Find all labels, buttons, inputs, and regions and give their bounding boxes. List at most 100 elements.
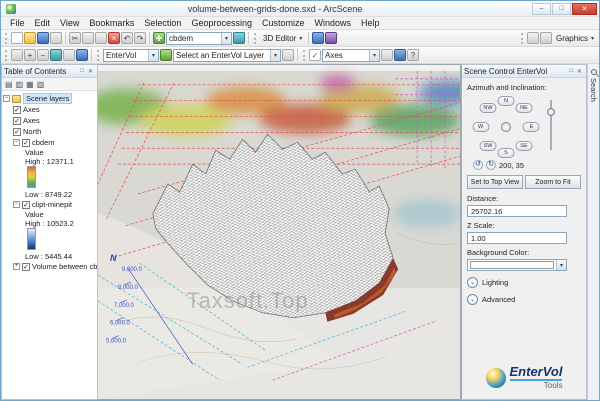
layer-label[interactable]: Axes [23,116,40,125]
menu-customize[interactable]: Customize [257,18,310,28]
layer-label[interactable]: Axes [23,105,40,114]
compass-center[interactable] [501,122,511,132]
compass-sw-button[interactable]: SW [480,141,497,151]
tree-item-volume-between[interactable]: + Volume between cbdem a [3,261,96,272]
search-tab-label[interactable]: Search [589,78,598,102]
check-icon[interactable]: ✓ [309,49,321,61]
visibility-checkbox[interactable] [22,263,30,271]
menu-edit[interactable]: Edit [30,18,56,28]
toolbar-grip[interactable] [254,33,257,44]
redo-icon[interactable]: ↷ [134,32,146,44]
scene-properties-icon[interactable] [312,32,324,44]
toolbar-grip[interactable] [5,50,8,61]
toolbar-grip[interactable] [521,33,524,44]
help-icon[interactable]: ? [407,49,419,61]
save-icon[interactable] [37,32,49,44]
search-side-tab[interactable]: Search [587,64,599,400]
list-by-drawing-order-icon[interactable]: ▤ [5,80,13,89]
scene-layers-label[interactable]: Scene layers [23,93,72,104]
identify-icon[interactable] [76,49,88,61]
distance-input[interactable]: 25702.16 [467,205,567,217]
list-by-source-icon[interactable]: ▥ [16,80,24,89]
tree-item-axes-1[interactable]: Axes [3,104,96,115]
settings-icon[interactable] [394,49,406,61]
minimize-button[interactable]: – [532,3,551,15]
tree-item-clipt-minepit[interactable]: − clipt-minepit [3,199,96,210]
open-folder-icon[interactable] [24,32,36,44]
chevron-down-icon[interactable]: ▾ [369,50,379,61]
full-extent-icon[interactable] [50,49,62,61]
rotate-left-icon[interactable]: ↺ [473,160,483,170]
visibility-checkbox[interactable] [13,117,21,125]
tree-item-cbdem[interactable]: − cbdem [3,137,96,148]
menu-help[interactable]: Help [356,18,385,28]
expand-icon[interactable]: + [13,263,20,270]
entervol-combo[interactable]: EnterVol ▾ [103,49,159,62]
undo-icon[interactable]: ↶ [121,32,133,44]
chevron-down-icon[interactable]: ▾ [270,50,280,61]
toolbar-grip[interactable] [5,33,8,44]
draw-point-icon[interactable] [527,32,539,44]
menu-bookmarks[interactable]: Bookmarks [84,18,139,28]
print-icon[interactable] [50,32,62,44]
menu-selection[interactable]: Selection [139,18,186,28]
layer-label[interactable]: Volume between cbdem a [32,262,97,271]
entervol-layer-select[interactable]: Select an EnterVol Layer ▾ [173,49,281,62]
3d-scene-view[interactable]: 9,000.0 8,000.0 7,000.0 6,000.0 5,000.0 … [98,64,461,400]
entervol-tool-icon[interactable] [160,49,172,61]
close-button[interactable]: ✕ [572,3,597,15]
close-icon[interactable]: ✕ [86,68,95,75]
compass-se-button[interactable]: SE [515,141,532,151]
compass-ne-button[interactable]: NE [515,103,532,113]
compass-e-button[interactable]: E [523,122,540,132]
add-data-icon[interactable]: ✚ [153,32,165,44]
delete-icon[interactable]: × [108,32,120,44]
layer-label[interactable]: cbdem [32,138,55,147]
navigate-icon[interactable] [11,49,23,61]
compass-n-button[interactable]: N [498,96,515,106]
compass-s-button[interactable]: S [498,148,515,158]
graphics-dropdown[interactable]: Graphics [553,32,597,45]
list-by-visibility-icon[interactable]: ▦ [26,80,34,89]
chevron-down-icon[interactable]: ▾ [556,260,566,270]
visibility-checkbox[interactable] [22,139,30,147]
rotate-right-icon[interactable]: ↻ [486,160,496,170]
advanced-section[interactable]: ⌄ Advanced [467,294,581,305]
visibility-checkbox[interactable] [13,128,21,136]
menu-geoprocessing[interactable]: Geoprocessing [186,18,257,28]
layer-label[interactable]: clipt-minepit [32,200,72,209]
collapse-icon[interactable]: − [13,139,20,146]
paste-icon[interactable] [95,32,107,44]
collapse-icon[interactable]: − [13,201,20,208]
inclination-slider[interactable] [545,96,557,154]
pan-icon[interactable] [63,49,75,61]
axes-combo[interactable]: Axes ▾ [322,49,380,62]
3d-editor-dropdown[interactable]: 3D Editor [260,32,305,45]
slider-handle[interactable] [547,108,555,116]
tree-item-scene-layers[interactable]: − Scene layers [3,93,96,104]
cut-icon[interactable]: ✂ [69,32,81,44]
new-document-icon[interactable] [11,32,23,44]
zoom-in-icon[interactable]: + [24,49,36,61]
visibility-checkbox[interactable] [22,201,30,209]
chevron-down-icon[interactable]: ▾ [221,33,231,44]
set-top-view-button[interactable]: Set to Top View [467,175,523,189]
collapse-icon[interactable]: − [3,95,10,102]
visibility-checkbox[interactable] [13,106,21,114]
chevron-down-icon[interactable]: ⌄ [467,277,478,288]
chevron-down-icon[interactable]: ▾ [148,50,158,61]
maximize-button[interactable]: □ [552,3,571,15]
zoom-to-fit-button[interactable]: Zoom to Fit [525,175,581,189]
toolbar-grip[interactable] [97,50,100,61]
chevron-down-icon[interactable]: ⌄ [467,294,478,305]
background-color-select[interactable]: ▾ [467,259,567,271]
close-icon[interactable]: ✕ [575,68,584,75]
launch-tool-icon[interactable] [282,49,294,61]
draw-line-icon[interactable] [540,32,552,44]
zoom-out-icon[interactable]: − [37,49,49,61]
layer-label[interactable]: North [23,127,41,136]
list-by-selection-icon[interactable]: ▧ [37,80,45,89]
zoom-layer-icon[interactable] [233,32,245,44]
toolbar-grip[interactable] [303,50,306,61]
lighting-section[interactable]: ⌄ Lighting [467,277,581,288]
